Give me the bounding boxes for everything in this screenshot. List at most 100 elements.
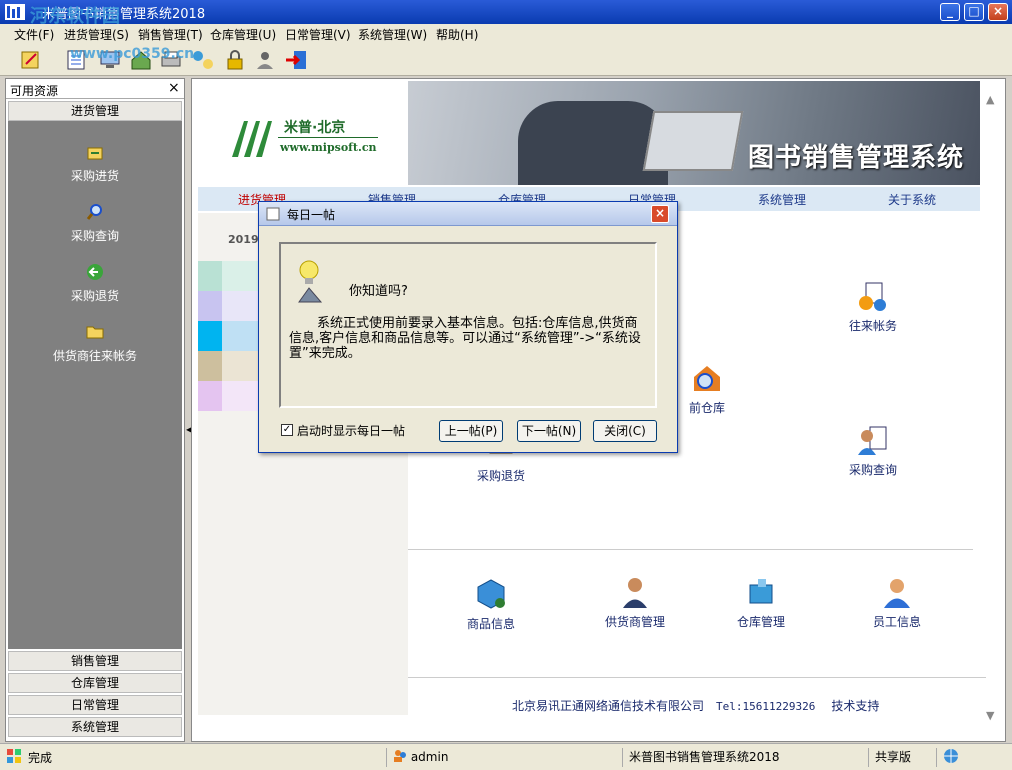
sidebar-group-warehouse[interactable]: 仓库管理: [8, 673, 182, 693]
accounts-icon: [859, 282, 886, 311]
logo-company: 米普·北京: [284, 120, 346, 136]
scroll-down-icon[interactable]: ▼: [986, 709, 994, 722]
sidebar-item-purchase-query[interactable]: 采购查询: [8, 203, 182, 244]
sidebar-item-label: 采购进货: [70, 169, 119, 183]
sidebar-group-purchase[interactable]: 进货管理: [8, 101, 182, 121]
tip-panel: 你知道吗? 系统正式使用前要录入基本信息。包括:仓库信息,供货商信息,客户信息和…: [279, 242, 657, 408]
feature-warehouse-management[interactable]: 仓库管理: [716, 575, 806, 630]
feature-label: 员工信息: [872, 615, 921, 629]
feature-label: 前仓库: [688, 401, 725, 415]
sidebar-group-sales[interactable]: 销售管理: [8, 651, 182, 671]
sidebar-item-label: 供货商往来帐务: [52, 349, 137, 363]
menu-file[interactable]: 文件(F): [14, 26, 54, 43]
dialog-title-bar: 每日一帖 ×: [259, 202, 677, 226]
banner-person: [518, 101, 668, 185]
sidebar-item-label: 采购退货: [70, 289, 119, 303]
company-logo: 米普·北京 www.mipsoft.cn: [200, 79, 410, 184]
banner-title: 图书销售管理系统: [747, 143, 964, 173]
search-icon: [86, 204, 102, 220]
feature-supplier-management[interactable]: 供货商管理: [590, 575, 680, 630]
person-query-icon: [858, 426, 887, 455]
nav-system[interactable]: 系统管理: [758, 191, 806, 208]
resource-panel: 可用资源 × 进货管理 采购进货 采购查询 采购退货 供货商往来帐务 销售管理 …: [5, 78, 185, 742]
feature-employee-info[interactable]: 员工信息: [852, 575, 942, 630]
cart-in-icon: [87, 147, 103, 160]
show-on-startup-checkbox[interactable]: ✓: [281, 424, 293, 436]
resource-panel-title: 可用资源: [10, 84, 59, 98]
close-button[interactable]: ×: [988, 3, 1008, 21]
dialog-icon: [266, 207, 280, 221]
status-state: 完成: [28, 751, 53, 765]
status-user: admin: [410, 750, 449, 764]
users-icon: [394, 750, 406, 762]
app-logo-icon: [5, 4, 25, 20]
feature-product-info[interactable]: 商品信息: [446, 577, 536, 632]
menu-warehouse[interactable]: 仓库管理(U): [210, 26, 276, 43]
feature-label: 仓库管理: [736, 615, 785, 629]
sidebar-body: 采购进货 采购查询 采购退货 供货商往来帐务: [8, 121, 182, 649]
windows-logo-icon: [7, 749, 21, 763]
user-lock-icon[interactable]: [252, 48, 278, 72]
tip-heading: 你知道吗?: [349, 284, 408, 299]
menu-purchase[interactable]: 进货管理(S): [64, 26, 129, 43]
sidebar-item-purchase-in[interactable]: 采购进货: [8, 143, 182, 184]
sidebar-group-daily[interactable]: 日常管理: [8, 695, 182, 715]
employee-icon: [884, 579, 910, 608]
show-on-startup-label[interactable]: 启动时显示每日一帖: [297, 422, 405, 439]
exit-icon[interactable]: [284, 48, 310, 72]
sidebar-item-purchase-return[interactable]: 采购退货: [8, 263, 182, 304]
status-user-cell: admin: [386, 748, 622, 767]
menu-help[interactable]: 帮助(H): [436, 26, 478, 43]
feature-label: 采购退货: [476, 469, 525, 483]
menu-bar: 文件(F) 进货管理(S) 销售管理(T) 仓库管理(U) 日常管理(V) 系统…: [0, 24, 1012, 44]
lightbulb-icon: [298, 260, 323, 303]
sidebar-item-supplier-accounts[interactable]: 供货商往来帐务: [8, 323, 182, 364]
folder-icon: [86, 326, 104, 339]
prev-tip-button[interactable]: 上一帖(P): [439, 420, 503, 442]
scroll-up-icon[interactable]: ▲: [986, 93, 994, 106]
sidebar-group-system[interactable]: 系统管理: [8, 717, 182, 737]
minimize-button[interactable]: _: [940, 3, 960, 21]
menu-sales[interactable]: 销售管理(T): [138, 26, 203, 43]
feature-label: 采购查询: [848, 463, 897, 477]
edit-icon[interactable]: [18, 48, 44, 72]
footer: 北京易讯正通网络通信技术有限公司 Tel:15611229326 技术支持: [512, 697, 879, 714]
title-bar: 米普图书销售管理系统2018 _ □ ×: [0, 0, 1012, 24]
supplier-person-icon: [623, 578, 647, 608]
feature-label: 商品信息: [466, 617, 515, 631]
status-app: 米普图书销售管理系统2018: [622, 748, 868, 767]
tip-body: 系统正式使用前要录入基本信息。包括:仓库信息,供货商信息,客户信息和商品信息等。…: [289, 316, 641, 361]
watermark-url: www.pc0359.cn: [70, 46, 195, 62]
dialog-title: 每日一帖: [287, 208, 336, 222]
feature-accounts[interactable]: 往来帐务: [828, 279, 918, 334]
warehouse-search-icon: [694, 366, 720, 391]
warehouse-icon: [749, 579, 773, 604]
status-edition: 共享版: [868, 748, 936, 767]
close-icon[interactable]: ×: [168, 80, 180, 96]
logo-url: www.mipsoft.cn: [280, 141, 377, 154]
dialog-close-button[interactable]: ×: [651, 205, 669, 223]
dialog-close-text-button[interactable]: 关闭(C): [593, 420, 657, 442]
back-arrow-icon: [87, 264, 103, 280]
banner-image: 图书销售管理系统: [408, 81, 980, 185]
feature-label: 供货商管理: [604, 615, 665, 629]
footer-tel: Tel:15611229326: [716, 700, 816, 713]
cube-icon: [477, 579, 505, 609]
feature-purchase-query[interactable]: 采购查询: [828, 423, 918, 478]
status-ie-cell: [936, 748, 1012, 767]
ie-globe-icon: [944, 749, 958, 763]
maximize-button[interactable]: □: [964, 3, 984, 21]
logo-rule: [278, 137, 378, 138]
footer-support-link[interactable]: 技术支持: [831, 699, 879, 713]
lock-icon[interactable]: [222, 48, 248, 72]
menu-system[interactable]: 系统管理(W): [358, 26, 427, 43]
footer-company: 北京易讯正通网络通信技术有限公司: [512, 699, 705, 713]
feature-label: 往来帐务: [848, 319, 897, 333]
menu-daily[interactable]: 日常管理(V): [285, 26, 351, 43]
resource-panel-header: 可用资源 ×: [6, 79, 184, 99]
section-divider: [408, 549, 973, 550]
nav-about[interactable]: 关于系统: [888, 191, 936, 208]
next-tip-button[interactable]: 下一帖(N): [517, 420, 581, 442]
tip-dialog: 每日一帖 × 你知道吗? 系统正式使用前要录入基本信息。包括:仓库信息,供货商信…: [258, 201, 678, 453]
banner-laptop: [642, 111, 744, 171]
